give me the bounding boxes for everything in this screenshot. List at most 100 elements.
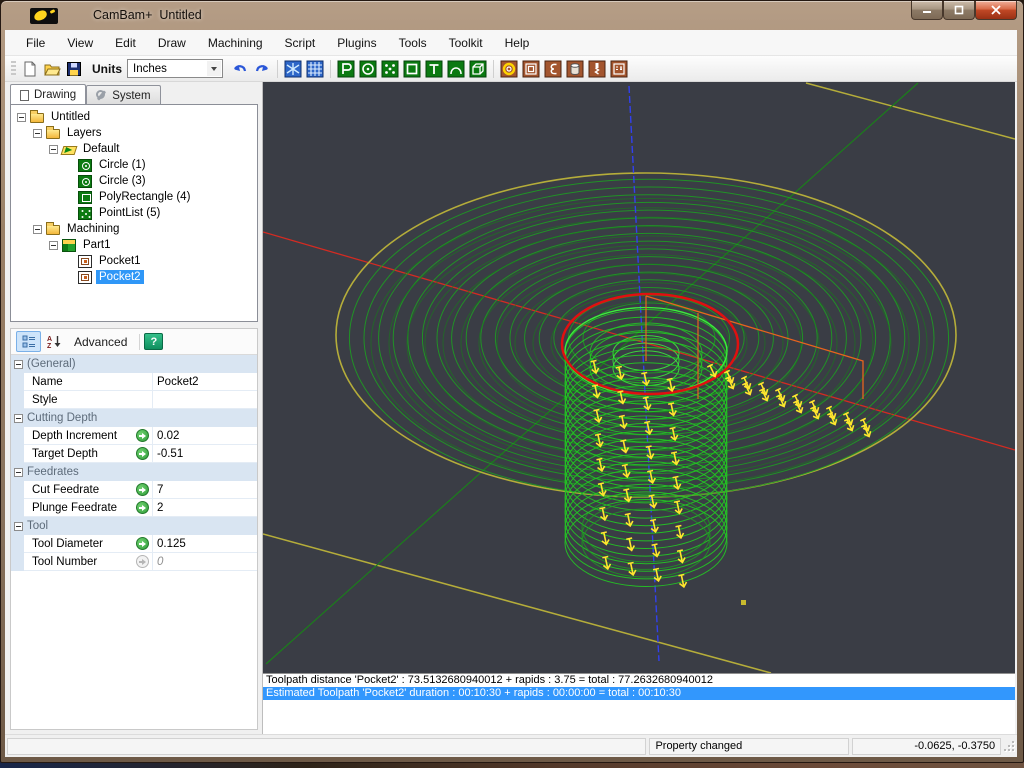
menu-machining[interactable]: Machining [197, 31, 274, 55]
property-value[interactable]: 0 [152, 553, 257, 571]
categorize-icon[interactable] [16, 331, 41, 352]
menu-draw[interactable]: Draw [147, 31, 197, 55]
property-row-tool-diameter[interactable]: Tool Diameter0.125 [11, 535, 257, 553]
menu-file[interactable]: File [15, 31, 56, 55]
property-value[interactable] [152, 391, 257, 409]
menu-view[interactable]: View [56, 31, 104, 55]
tree-item-pointlist-5-[interactable]: PointList (5) [11, 205, 257, 221]
window-title: CamBam+ Untitled [93, 8, 202, 22]
category-expander-icon[interactable] [14, 360, 23, 369]
combo-arrow-icon[interactable] [207, 61, 221, 76]
folder-icon [46, 225, 60, 235]
open-file-icon[interactable] [41, 58, 63, 80]
toolbar-grip[interactable] [11, 61, 16, 77]
mop-lathe-icon[interactable] [564, 58, 586, 80]
expander-icon[interactable] [17, 113, 26, 122]
menu-script[interactable]: Script [274, 31, 327, 55]
expander-icon[interactable] [33, 129, 42, 138]
tab-system[interactable]: System [86, 85, 160, 105]
help-icon[interactable]: ? [144, 333, 163, 350]
draw-circle-icon[interactable] [357, 58, 379, 80]
mop-profile-icon[interactable] [498, 58, 520, 80]
close-button[interactable] [975, 1, 1017, 20]
default-value-arrow-icon[interactable] [136, 537, 149, 550]
default-value-arrow-icon[interactable] [136, 555, 149, 568]
property-category[interactable]: (General) [11, 355, 257, 373]
property-category[interactable]: Tool [11, 517, 257, 535]
tree-item-circle-3-[interactable]: Circle (3) [11, 173, 257, 189]
mop-drill-icon[interactable] [586, 58, 608, 80]
tree-item-layers[interactable]: Layers [11, 125, 257, 141]
draw-rectangle-icon[interactable] [401, 58, 423, 80]
draw-surface-icon[interactable] [467, 58, 489, 80]
tree-item-pocket1[interactable]: Pocket1 [11, 253, 257, 269]
tree-item-part1[interactable]: Part1 [11, 237, 257, 253]
tree-item-label: PolyRectangle (4) [96, 190, 193, 204]
property-row-name[interactable]: NamePocket2 [11, 373, 257, 391]
draw-pointlist-icon[interactable] [379, 58, 401, 80]
undo-icon[interactable] [229, 58, 251, 80]
units-label: Units [92, 62, 122, 76]
viewport-3d[interactable] [263, 82, 1015, 673]
mop-pocket-icon[interactable] [520, 58, 542, 80]
category-expander-icon[interactable] [14, 468, 23, 477]
draw-text-icon[interactable] [423, 58, 445, 80]
expander-icon[interactable] [33, 225, 42, 234]
tab-drawing[interactable]: Drawing [10, 84, 86, 105]
redo-icon[interactable] [251, 58, 273, 80]
menu-toolkit[interactable]: Toolkit [438, 31, 494, 55]
zoom-extents-icon[interactable] [282, 58, 304, 80]
mop-gcode-icon[interactable] [608, 58, 630, 80]
menu-tools[interactable]: Tools [388, 31, 438, 55]
property-category[interactable]: Cutting Depth [11, 409, 257, 427]
save-file-icon[interactable] [63, 58, 85, 80]
property-value[interactable]: Pocket2 [152, 373, 257, 391]
property-value[interactable]: 2 [152, 499, 257, 517]
default-value-arrow-icon[interactable] [136, 447, 149, 460]
tree-item-polyrectangle-4-[interactable]: PolyRectangle (4) [11, 189, 257, 205]
new-file-icon[interactable] [19, 58, 41, 80]
property-panel: AZ Advanced ? (General)NamePocket2StyleC… [10, 328, 258, 730]
advanced-toggle[interactable]: Advanced [74, 335, 127, 349]
grid-toggle-icon[interactable] [304, 58, 326, 80]
category-expander-icon[interactable] [14, 522, 23, 531]
mop-engrave-icon[interactable] [542, 58, 564, 80]
draw-polyline-icon[interactable] [335, 58, 357, 80]
draw-arc-icon[interactable] [445, 58, 467, 80]
property-value[interactable]: 0.02 [152, 427, 257, 445]
property-toolbar: AZ Advanced ? [11, 329, 257, 355]
property-row-depth-increment[interactable]: Depth Increment0.02 [11, 427, 257, 445]
expander-icon[interactable] [49, 145, 58, 154]
minimize-button[interactable] [911, 1, 943, 20]
tree-item-circle-1-[interactable]: Circle (1) [11, 157, 257, 173]
default-value-arrow-icon[interactable] [136, 501, 149, 514]
tree-item-label: Part1 [80, 238, 114, 252]
tree-item-untitled[interactable]: Untitled [11, 109, 257, 125]
toolpath-duration-message[interactable]: Estimated Toolpath 'Pocket2' duration : … [263, 687, 1015, 700]
property-row-style[interactable]: Style [11, 391, 257, 409]
category-expander-icon[interactable] [14, 414, 23, 423]
property-value[interactable]: -0.51 [152, 445, 257, 463]
menu-help[interactable]: Help [494, 31, 541, 55]
toolpath-distance-message[interactable]: Toolpath distance 'Pocket2' : 73.5132680… [263, 674, 1015, 687]
default-value-arrow-icon[interactable] [136, 483, 149, 496]
tree-item-label: Pocket1 [96, 254, 144, 268]
property-value[interactable]: 7 [152, 481, 257, 499]
sort-alpha-icon[interactable]: AZ [41, 331, 66, 352]
property-row-plunge-feedrate[interactable]: Plunge Feedrate2 [11, 499, 257, 517]
expander-icon[interactable] [49, 241, 58, 250]
tree-item-default[interactable]: Default [11, 141, 257, 157]
tree-item-pocket2[interactable]: Pocket2 [11, 269, 257, 285]
resize-grip[interactable] [1003, 740, 1015, 752]
property-row-tool-number[interactable]: Tool Number0 [11, 553, 257, 571]
default-value-arrow-icon[interactable] [136, 429, 149, 442]
maximize-button[interactable] [943, 1, 975, 20]
menu-plugins[interactable]: Plugins [326, 31, 387, 55]
property-row-cut-feedrate[interactable]: Cut Feedrate7 [11, 481, 257, 499]
property-category[interactable]: Feedrates [11, 463, 257, 481]
units-select[interactable]: Inches [127, 59, 223, 78]
property-value[interactable]: 0.125 [152, 535, 257, 553]
tree-item-machining[interactable]: Machining [11, 221, 257, 237]
property-row-target-depth[interactable]: Target Depth-0.51 [11, 445, 257, 463]
menu-edit[interactable]: Edit [104, 31, 147, 55]
